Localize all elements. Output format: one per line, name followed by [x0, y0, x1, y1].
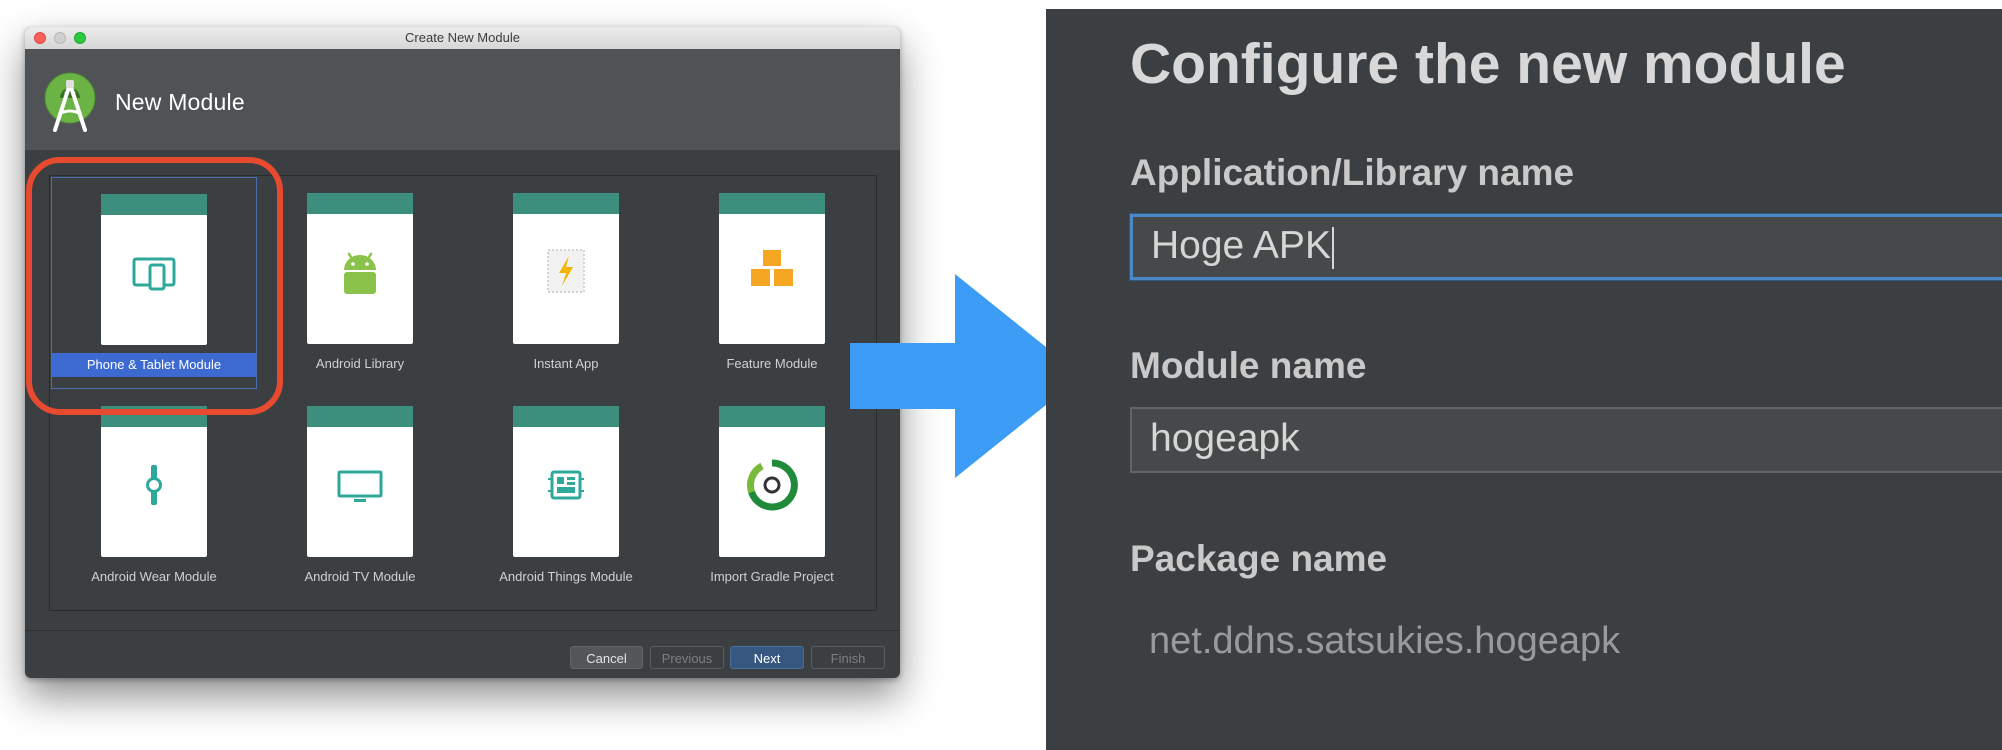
- chip-icon: [548, 470, 584, 500]
- package-name-label: Package name: [1130, 538, 1388, 579]
- cancel-button[interactable]: Cancel: [570, 646, 643, 669]
- module-name-value: hogeapk: [1150, 417, 1300, 460]
- footer-divider: [25, 630, 900, 631]
- module-tile-android-wear[interactable]: Android Wear Module: [51, 390, 257, 602]
- app-name-value: Hoge APK: [1151, 224, 1331, 267]
- text-caret: [1331, 226, 1334, 269]
- window-title: Create New Module: [405, 30, 520, 45]
- module-tile-label: Feature Module: [726, 356, 818, 371]
- app-name-label: Application/Library name: [1130, 152, 1575, 193]
- app-name-input[interactable]: Hoge APK: [1130, 214, 2002, 280]
- module-tile-android-things[interactable]: Android Things Module: [463, 390, 669, 602]
- module-tile-android-tv[interactable]: Android TV Module: [257, 390, 463, 602]
- module-tile-label: Android Things Module: [499, 569, 633, 584]
- module-tile-instant-app[interactable]: Instant App: [463, 177, 669, 389]
- module-tile-android-library[interactable]: Android Library: [257, 177, 463, 389]
- module-card: [513, 406, 619, 557]
- next-button[interactable]: Next: [730, 646, 804, 669]
- module-name-input[interactable]: hogeapk: [1130, 407, 2002, 473]
- module-tile-label: Android Wear Module: [91, 569, 217, 584]
- module-tile-import-gradle[interactable]: Import Gradle Project: [669, 390, 875, 602]
- configure-module-zoom-panel: Configure the new module Application/Lib…: [1046, 9, 2002, 750]
- selection-highlight-ring: [26, 157, 283, 415]
- module-card: [719, 406, 825, 557]
- package-name-value: net.ddns.satsukies.hogeapk: [1149, 620, 1621, 662]
- android-robot-icon: [344, 252, 376, 294]
- tv-icon: [337, 470, 383, 502]
- module-card: [719, 193, 825, 344]
- boxes-icon: [751, 250, 793, 286]
- module-card: [101, 406, 207, 557]
- module-card: [307, 193, 413, 344]
- dialog-header-title: New Module: [115, 89, 245, 115]
- configure-title: Configure the new module: [1130, 32, 1846, 96]
- instant-app-bolt-icon: [547, 249, 585, 293]
- android-studio-logo-icon: [44, 72, 96, 132]
- module-card: [513, 193, 619, 344]
- gradle-icon: [746, 459, 798, 511]
- module-tile-label: Import Gradle Project: [710, 569, 834, 584]
- module-name-label: Module name: [1130, 345, 1367, 386]
- window-titlebar: Create New Module: [25, 27, 900, 50]
- module-tile-label: Instant App: [533, 356, 599, 371]
- previous-button[interactable]: Previous: [650, 646, 724, 669]
- module-tile-label: Android TV Module: [304, 569, 416, 584]
- dialog-header: New Module: [25, 49, 900, 150]
- finish-button[interactable]: Finish: [811, 646, 885, 669]
- module-card: [307, 406, 413, 557]
- module-tile-label: Android Library: [315, 356, 405, 371]
- module-tile-feature-module[interactable]: Feature Module: [669, 177, 875, 389]
- watch-icon: [146, 465, 162, 505]
